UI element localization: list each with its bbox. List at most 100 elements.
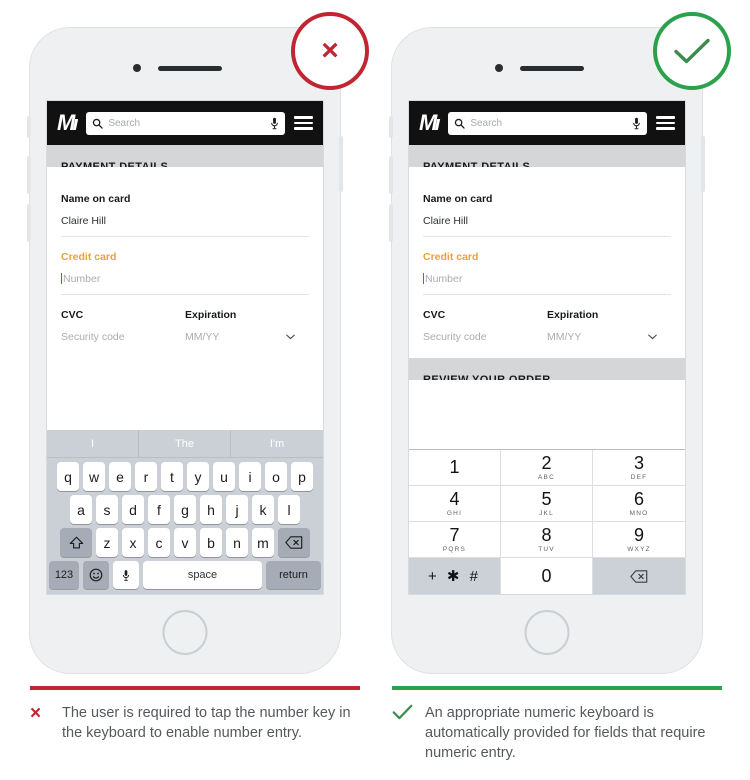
field-expiration[interactable]: Expiration MM/YY: [547, 309, 671, 343]
shift-arrow-icon[interactable]: [60, 528, 92, 557]
numkey-letters: TUV: [538, 546, 555, 553]
hamburger-bar: [656, 127, 675, 130]
section-title: PAYMENT DETAILS: [423, 161, 531, 167]
power-button[interactable]: [701, 136, 705, 192]
x-mark-badge: ×: [291, 12, 369, 90]
field-placeholder: MM/YY: [547, 331, 582, 343]
chevron-down-icon[interactable]: [286, 334, 295, 340]
numkey-8[interactable]: 8 TUV: [501, 522, 593, 558]
field-label: Name on card: [423, 193, 493, 205]
numkey-1[interactable]: 1: [409, 450, 501, 486]
field-expiration[interactable]: Expiration MM/YY: [185, 309, 309, 343]
field-value: Claire Hill: [61, 215, 106, 227]
emoji-smiley-icon[interactable]: [83, 561, 109, 589]
key-e[interactable]: e: [109, 462, 131, 491]
microphone-icon[interactable]: [113, 561, 139, 589]
numkey-digit: 2: [541, 453, 552, 473]
volume-up-button[interactable]: [27, 156, 31, 194]
key-x[interactable]: x: [122, 528, 144, 557]
keyboard-row-3: z x c v b n m: [47, 524, 323, 557]
key-space[interactable]: space: [143, 561, 262, 589]
key-w[interactable]: w: [83, 462, 105, 491]
numkey-4[interactable]: 4 GHI: [409, 486, 501, 522]
key-r[interactable]: r: [135, 462, 157, 491]
field-cvc[interactable]: CVC Security code: [423, 309, 547, 343]
section-header-payment-details: PAYMENT DETAILS: [409, 145, 685, 167]
key-return[interactable]: return: [266, 561, 321, 589]
key-i[interactable]: i: [239, 462, 261, 491]
key-h[interactable]: h: [200, 495, 222, 524]
hamburger-menu-icon[interactable]: [656, 116, 675, 130]
logo-tick-mark: [73, 119, 79, 130]
numkey-7[interactable]: 7 PQRS: [409, 522, 501, 558]
numkey-symbols[interactable]: + ✱ #: [409, 558, 501, 594]
key-u[interactable]: u: [213, 462, 235, 491]
suggestion-item[interactable]: I: [47, 430, 139, 457]
numkey-2[interactable]: 2 ABC: [501, 450, 593, 486]
numkey-letters: JKL: [539, 510, 554, 517]
volume-up-button[interactable]: [389, 156, 393, 194]
numkey-digit: 0: [541, 566, 552, 586]
home-button[interactable]: [162, 610, 208, 655]
key-v[interactable]: v: [174, 528, 196, 557]
suggestion-item[interactable]: I'm: [231, 430, 323, 457]
key-m[interactable]: m: [252, 528, 274, 557]
field-credit-card[interactable]: Credit card Number: [61, 237, 309, 295]
volume-down-button[interactable]: [27, 204, 31, 242]
numeric-keypad[interactable]: 1 2 ABC 3 DEF 4 GHI 5 JKL 6 MNO 7 PQRS 8…: [409, 449, 685, 594]
hamburger-bar: [294, 116, 313, 119]
app-logo[interactable]: M: [57, 112, 79, 134]
field-label: Expiration: [185, 309, 237, 321]
caption-text: The user is required to tap the number k…: [62, 705, 351, 741]
app-logo[interactable]: M: [419, 110, 441, 135]
field-name-on-card[interactable]: Name on card Claire Hill: [423, 167, 671, 237]
key-s[interactable]: s: [96, 495, 118, 524]
placeholder-text: Number: [63, 273, 101, 285]
numkey-6[interactable]: 6 MNO: [593, 486, 685, 522]
field-name-on-card[interactable]: Name on card Claire Hill: [61, 167, 309, 237]
key-numbers-123[interactable]: 123: [49, 561, 79, 589]
logo-tick-mark: [435, 119, 441, 130]
qwerty-keyboard[interactable]: I The I'm q w e r t y u i o p a s d f g …: [47, 430, 323, 594]
field-cvc[interactable]: CVC Security code: [61, 309, 185, 343]
key-l[interactable]: l: [278, 495, 300, 524]
suggestion-item[interactable]: The: [139, 430, 231, 457]
power-button[interactable]: [339, 136, 343, 192]
hamburger-menu-icon[interactable]: [294, 116, 313, 130]
key-p[interactable]: p: [291, 462, 313, 491]
key-f[interactable]: f: [148, 495, 170, 524]
numpad-row-3: 7 PQRS 8 TUV 9 WXYZ: [409, 522, 685, 558]
key-z[interactable]: z: [96, 528, 118, 557]
field-row-cvc-expiration: CVC Security code Expiration MM/YY: [61, 295, 309, 352]
key-t[interactable]: t: [161, 462, 183, 491]
microphone-icon[interactable]: [632, 117, 641, 130]
key-o[interactable]: o: [265, 462, 287, 491]
field-credit-card[interactable]: Credit card Number: [423, 237, 671, 295]
silent-switch[interactable]: [389, 116, 393, 138]
silent-switch[interactable]: [27, 116, 31, 138]
key-n[interactable]: n: [226, 528, 248, 557]
microphone-icon[interactable]: [270, 117, 279, 130]
search-input[interactable]: Search: [448, 111, 647, 135]
backspace-icon[interactable]: [593, 558, 685, 594]
key-y[interactable]: y: [187, 462, 209, 491]
key-g[interactable]: g: [174, 495, 196, 524]
key-b[interactable]: b: [200, 528, 222, 557]
key-k[interactable]: k: [252, 495, 274, 524]
search-input[interactable]: Search: [86, 111, 285, 135]
numkey-5[interactable]: 5 JKL: [501, 486, 593, 522]
volume-down-button[interactable]: [389, 204, 393, 242]
key-a[interactable]: a: [70, 495, 92, 524]
app-logo-text: M: [419, 110, 437, 135]
home-button[interactable]: [524, 610, 570, 655]
numkey-3[interactable]: 3 DEF: [593, 450, 685, 486]
key-j[interactable]: j: [226, 495, 248, 524]
key-c[interactable]: c: [148, 528, 170, 557]
key-q[interactable]: q: [57, 462, 79, 491]
backspace-icon[interactable]: [278, 528, 310, 557]
numkey-9[interactable]: 9 WXYZ: [593, 522, 685, 558]
chevron-down-icon[interactable]: [648, 334, 657, 340]
section-title: PAYMENT DETAILS: [61, 161, 169, 167]
numkey-0[interactable]: 0: [501, 558, 593, 594]
key-d[interactable]: d: [122, 495, 144, 524]
